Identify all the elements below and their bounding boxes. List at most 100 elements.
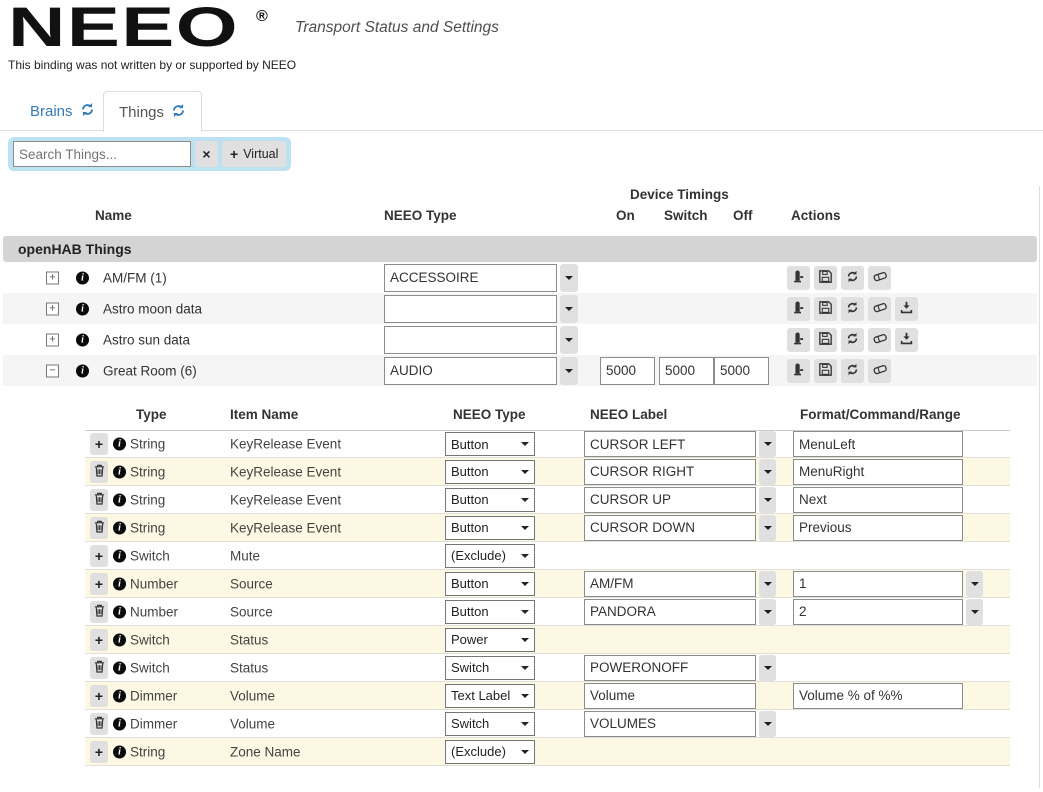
tab-brains[interactable]: Brains (15, 91, 110, 131)
neeo-type-input[interactable] (384, 325, 557, 354)
neeo-type-input[interactable] (384, 263, 557, 292)
info-icon[interactable]: i (113, 493, 126, 506)
format-input[interactable] (793, 431, 963, 457)
refresh-icon[interactable] (171, 103, 186, 122)
neeo-label-input[interactable] (584, 710, 756, 737)
info-icon[interactable]: i (76, 302, 89, 315)
save-button[interactable] (814, 327, 837, 352)
add-channel-button[interactable]: + (90, 628, 108, 651)
neeo-type-select[interactable]: Power (445, 627, 535, 652)
info-icon[interactable]: i (113, 465, 126, 478)
neeo-label-input[interactable] (584, 431, 756, 457)
neeo-type-dropdown-button[interactable] (560, 294, 578, 323)
neeo-label-input[interactable] (584, 458, 756, 485)
neeo-type-select[interactable]: (Exclude) (445, 543, 535, 568)
info-icon[interactable]: i (113, 661, 126, 674)
plus-box-icon[interactable]: + (46, 302, 59, 315)
info-icon[interactable]: i (113, 745, 126, 758)
neeo-type-input[interactable] (384, 356, 557, 385)
export-button[interactable] (895, 296, 918, 321)
plus-box-icon[interactable]: + (46, 333, 59, 346)
neeo-label-input[interactable] (584, 514, 756, 541)
neeo-type-select[interactable]: Text Label (445, 683, 535, 708)
search-input[interactable] (13, 141, 191, 167)
neeo-type-select[interactable]: Button (445, 459, 535, 484)
info-icon[interactable]: i (113, 577, 126, 590)
neeo-type-select[interactable]: Switch (445, 655, 535, 680)
timing-off-input[interactable] (714, 356, 769, 385)
neeo-label-input[interactable] (584, 570, 756, 597)
neeo-type-select[interactable]: (Exclude) (445, 739, 535, 764)
neeo-type-dropdown-button[interactable] (560, 356, 578, 385)
plus-box-icon[interactable]: + (46, 271, 59, 284)
neeo-type-select[interactable]: Button (445, 515, 535, 540)
save-button[interactable] (814, 296, 837, 321)
device-button[interactable] (787, 265, 810, 290)
export-button[interactable] (895, 327, 918, 352)
refresh-button[interactable] (841, 265, 864, 290)
label-dropdown-button[interactable] (759, 654, 776, 681)
label-dropdown-button[interactable] (759, 431, 776, 457)
tab-things[interactable]: Things (103, 91, 203, 132)
info-icon[interactable]: i (76, 333, 89, 346)
neeo-label-input[interactable] (584, 654, 756, 681)
add-channel-button[interactable]: + (90, 544, 108, 567)
neeo-type-dropdown-button[interactable] (560, 325, 578, 354)
erase-button[interactable] (868, 296, 891, 321)
label-dropdown-button[interactable] (759, 710, 776, 737)
timing-switch-input[interactable] (659, 356, 714, 385)
neeo-type-select[interactable]: Switch (445, 711, 535, 736)
delete-channel-button[interactable] (90, 712, 108, 735)
delete-channel-button[interactable] (90, 460, 108, 483)
label-dropdown-button[interactable] (759, 598, 776, 625)
format-input[interactable] (793, 598, 963, 625)
info-icon[interactable]: i (76, 271, 89, 284)
neeo-type-select[interactable]: Button (445, 487, 535, 512)
add-channel-button[interactable]: + (90, 572, 108, 595)
clear-search-button[interactable]: × (195, 141, 218, 167)
add-channel-button[interactable]: + (90, 433, 108, 455)
format-dropdown-button[interactable] (966, 598, 983, 625)
format-input[interactable] (793, 682, 963, 709)
delete-channel-button[interactable] (90, 656, 108, 679)
refresh-button[interactable] (841, 358, 864, 383)
info-icon[interactable]: i (113, 549, 126, 562)
label-dropdown-button[interactable] (759, 486, 776, 513)
device-button[interactable] (787, 296, 810, 321)
refresh-button[interactable] (841, 296, 864, 321)
info-icon[interactable]: i (113, 521, 126, 534)
info-icon[interactable]: i (113, 633, 126, 646)
info-icon[interactable]: i (113, 717, 126, 730)
format-input[interactable] (793, 458, 963, 485)
delete-channel-button[interactable] (90, 600, 108, 623)
save-button[interactable] (814, 358, 837, 383)
label-dropdown-button[interactable] (759, 514, 776, 541)
add-virtual-button[interactable]: + Virtual (222, 141, 287, 167)
label-dropdown-button[interactable] (759, 570, 776, 597)
neeo-label-input[interactable] (584, 598, 756, 625)
neeo-type-select[interactable]: Button (445, 599, 535, 624)
device-button[interactable] (787, 358, 810, 383)
erase-button[interactable] (868, 327, 891, 352)
erase-button[interactable] (868, 265, 891, 290)
neeo-type-dropdown-button[interactable] (560, 263, 578, 292)
device-button[interactable] (787, 327, 810, 352)
format-input[interactable] (793, 486, 963, 513)
info-icon[interactable]: i (113, 437, 126, 451)
delete-channel-button[interactable] (90, 516, 108, 539)
minus-box-icon[interactable]: − (46, 364, 59, 377)
save-button[interactable] (814, 265, 837, 290)
neeo-type-select[interactable]: Button (445, 432, 535, 456)
neeo-label-input[interactable] (584, 486, 756, 513)
timing-on-input[interactable] (600, 356, 655, 385)
neeo-type-input[interactable] (384, 294, 557, 323)
delete-channel-button[interactable] (90, 488, 108, 511)
neeo-label-input[interactable] (584, 682, 756, 709)
add-channel-button[interactable]: + (90, 740, 108, 763)
label-dropdown-button[interactable] (759, 458, 776, 485)
format-input[interactable] (793, 514, 963, 541)
info-icon[interactable]: i (113, 605, 126, 618)
format-input[interactable] (793, 570, 963, 597)
neeo-type-select[interactable]: Button (445, 571, 535, 596)
info-icon[interactable]: i (113, 689, 126, 702)
